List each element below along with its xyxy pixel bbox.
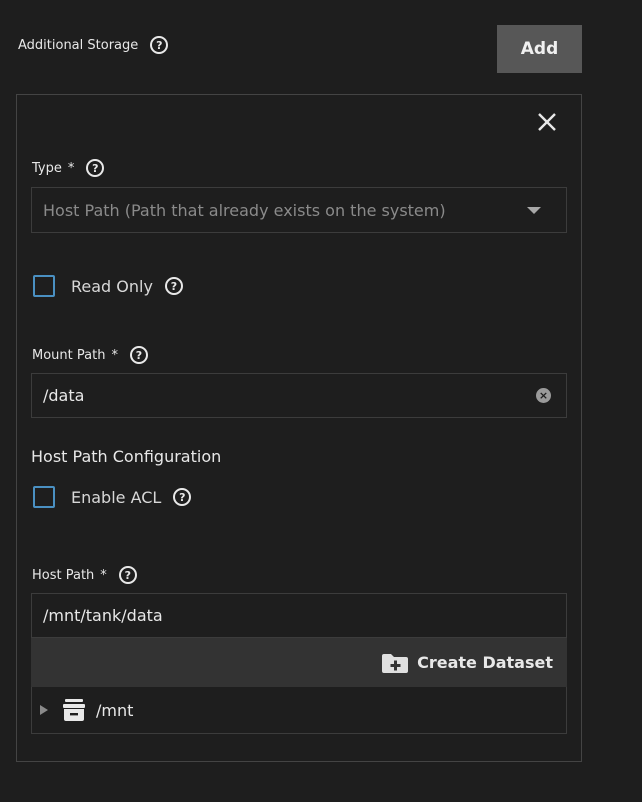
expand-arrow-icon[interactable] <box>40 705 48 715</box>
enable-acl-label: Enable ACL <box>71 487 162 507</box>
host-path-label-text: Host Path <box>32 567 95 583</box>
section-title: Additional Storage <box>18 37 139 53</box>
host-path-config-title: Host Path Configuration <box>31 447 222 466</box>
explorer-toolbar: Create Dataset <box>31 638 567 687</box>
read-only-label: Read Only <box>71 276 153 296</box>
close-icon[interactable] <box>534 109 560 135</box>
read-only-checkbox[interactable] <box>33 275 55 297</box>
read-only-row: Read Only ? <box>33 275 183 297</box>
required-mark: * <box>100 567 107 583</box>
host-path-value: /mnt/tank/data <box>43 606 163 625</box>
enable-acl-checkbox[interactable] <box>33 486 55 508</box>
type-select[interactable]: Host Path (Path that already exists on t… <box>31 187 567 233</box>
type-select-value: Host Path (Path that already exists on t… <box>43 200 446 220</box>
mount-path-label-text: Mount Path <box>32 347 106 363</box>
help-icon[interactable]: ? <box>173 488 192 506</box>
mount-path-input[interactable]: /data × <box>31 373 567 418</box>
enable-acl-row: Enable ACL ? <box>33 486 192 508</box>
section-header: Additional Storage ? <box>18 36 169 54</box>
tree-node-label: /mnt <box>96 700 134 720</box>
chevron-down-icon <box>527 206 541 214</box>
create-dataset-button[interactable]: Create Dataset <box>417 653 553 672</box>
add-button[interactable]: Add <box>497 25 582 73</box>
required-mark: * <box>111 347 118 363</box>
folder-plus-icon <box>381 652 409 674</box>
clear-icon[interactable]: × <box>536 388 551 403</box>
add-button-label: Add <box>520 39 559 59</box>
help-icon[interactable]: ? <box>164 277 183 295</box>
dataset-icon <box>62 698 86 722</box>
type-label: Type * ? <box>32 159 105 177</box>
type-label-text: Type <box>32 160 62 176</box>
help-icon[interactable]: ? <box>118 566 137 584</box>
tree-node[interactable]: /mnt <box>31 687 567 734</box>
help-icon[interactable]: ? <box>150 36 169 54</box>
help-icon[interactable]: ? <box>86 159 105 177</box>
host-path-label: Host Path * ? <box>32 566 137 584</box>
required-mark: * <box>67 160 75 176</box>
host-path-input[interactable]: /mnt/tank/data <box>31 593 567 638</box>
mount-path-value: /data <box>43 386 85 405</box>
mount-path-label: Mount Path * ? <box>32 346 148 364</box>
help-icon[interactable]: ? <box>129 346 148 364</box>
